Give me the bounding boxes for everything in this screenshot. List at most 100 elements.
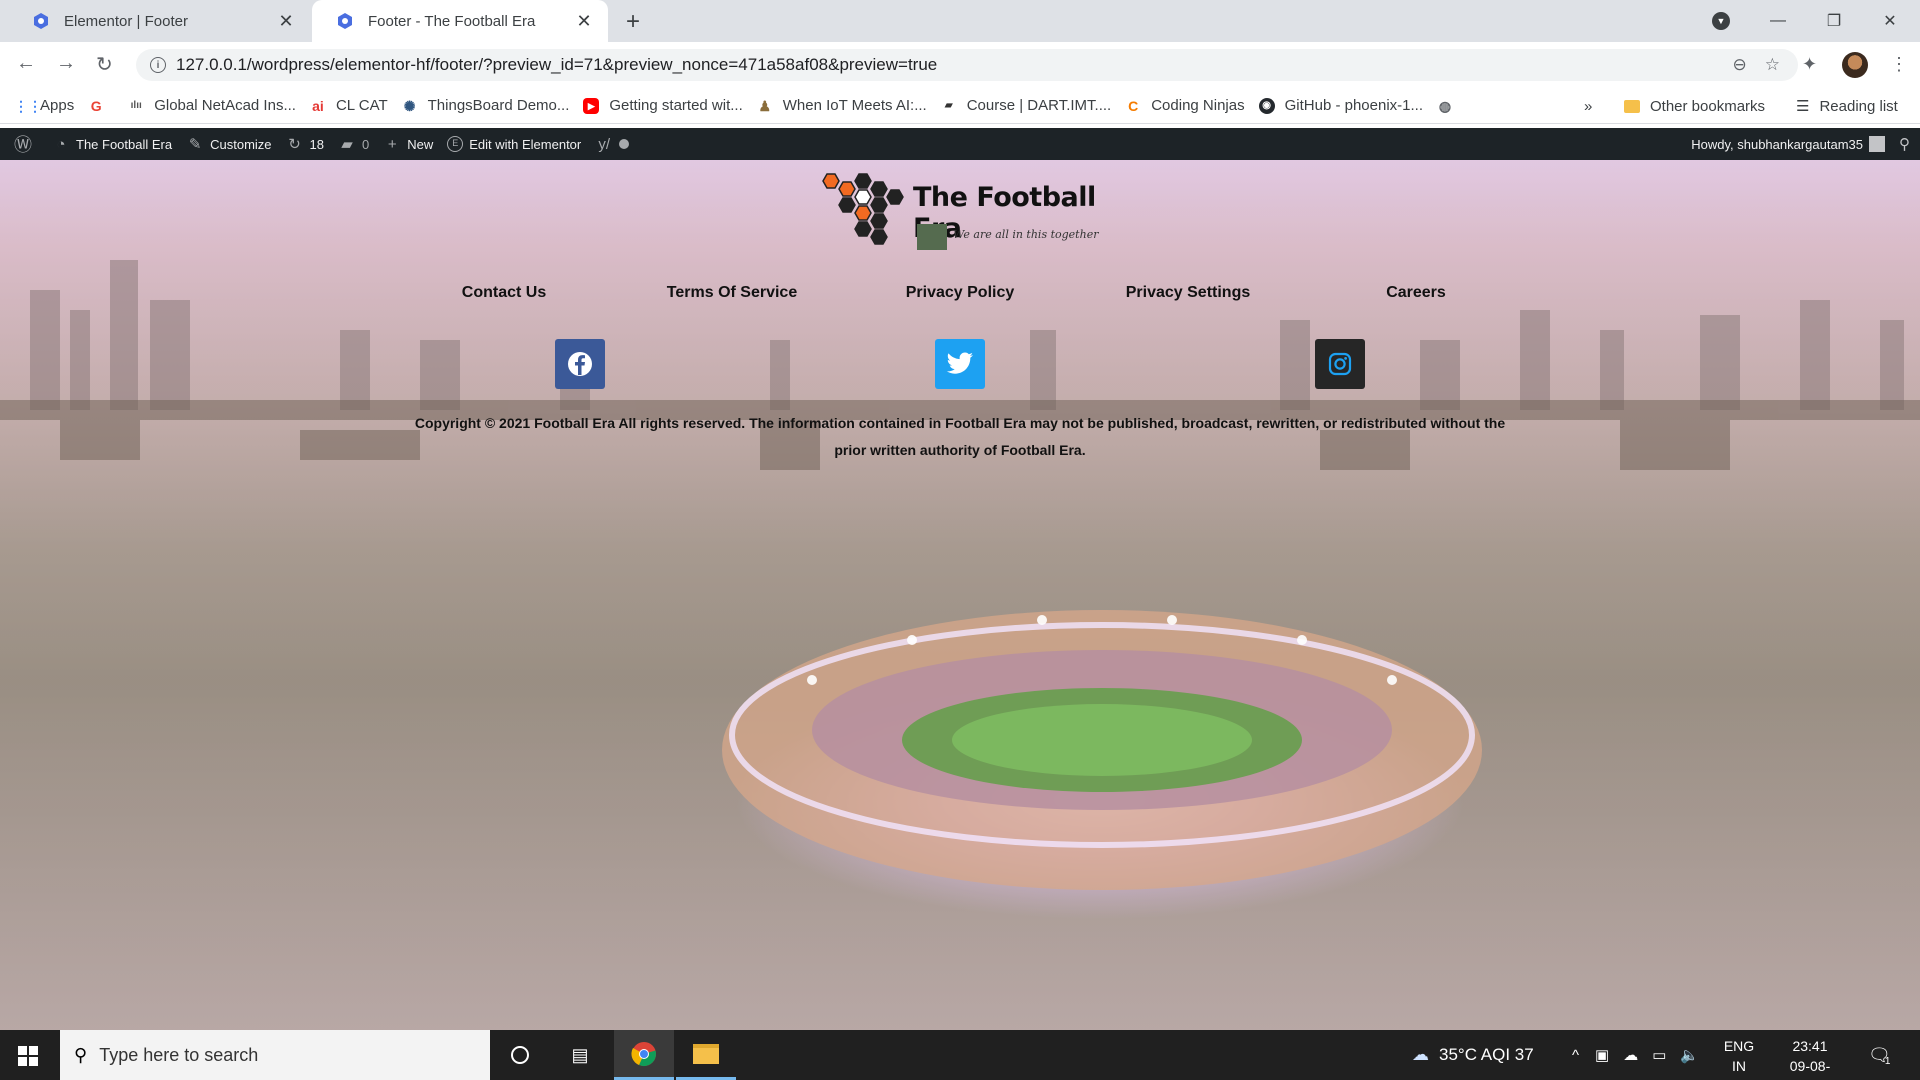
link-terms-of-service[interactable]: Terms Of Service [667, 284, 797, 302]
volume-icon[interactable]: 🔈 [1680, 1046, 1699, 1064]
bookmarks-overflow[interactable]: » [1584, 88, 1592, 124]
notification-center[interactable]: 🗨 1 [1868, 1030, 1891, 1080]
wp-customize[interactable]: ✎ Customize [186, 135, 272, 153]
wordpress-logo[interactable]: Ⓦ [14, 131, 38, 157]
battery-icon[interactable]: ▭ [1652, 1046, 1666, 1064]
bookmark-globe[interactable]: ◍ [1437, 98, 1463, 114]
file-explorer-button[interactable] [676, 1030, 736, 1080]
wp-site-name[interactable]: ◔ The Football Era [52, 136, 172, 153]
bookmark-netacad[interactable]: ılıı Global NetAcad Ins... [128, 97, 296, 114]
search-icon[interactable]: ⚲ [1899, 135, 1910, 153]
bookmark-apps[interactable]: ⋮⋮ Apps [14, 97, 74, 114]
footer-preview-page: The Football Era We are all in this toge… [0, 160, 1920, 1030]
clock[interactable]: 23:41 09-08-2021 [1780, 1036, 1840, 1080]
tab-title: Footer - The Football Era [368, 12, 536, 30]
windows-taskbar: ⚲ Type here to search ▤ ☁ 35°C AQI 37 ^ … [0, 1030, 1920, 1080]
folder-icon [1624, 99, 1640, 113]
device-icon[interactable]: ▣ [1595, 1046, 1609, 1064]
facebook-button[interactable] [555, 339, 605, 389]
thingsboard-icon: ✺ [403, 97, 416, 114]
close-tab-icon[interactable]: ✕ [574, 11, 594, 32]
windows-start-icon[interactable] [18, 1046, 38, 1066]
bookmark-google[interactable]: G [88, 98, 114, 114]
other-bookmarks[interactable]: Other bookmarks [1624, 88, 1765, 124]
link-contact-us[interactable]: Contact Us [462, 284, 546, 302]
updates-icon: ↻ [288, 136, 301, 153]
link-privacy-settings[interactable]: Privacy Settings [1126, 284, 1251, 302]
clock-date: 09-08-2021 [1789, 1058, 1831, 1080]
new-tab-icon[interactable]: + [626, 8, 640, 36]
bookmark-iot-ai[interactable]: ♟ When IoT Meets AI:... [757, 97, 926, 114]
brush-icon: ✎ [188, 136, 202, 153]
forward-icon[interactable]: → [56, 52, 76, 75]
reading-list[interactable]: ☰ Reading list [1796, 88, 1898, 124]
globe-icon: ◍ [1438, 97, 1452, 114]
task-view-icon: ▤ [571, 1044, 589, 1065]
instagram-button[interactable] [1315, 339, 1365, 389]
bookmark-github[interactable]: ◉ GitHub - phoenix-1... [1258, 97, 1423, 114]
wp-updates[interactable]: ↻ 18 [286, 135, 324, 153]
bookmark-star-icon[interactable]: ☆ [1765, 55, 1780, 75]
tab-elementor-footer[interactable]: Elementor | Footer ✕ [8, 0, 310, 42]
bookmark-youtube[interactable]: ▶ Getting started wit... [583, 97, 743, 114]
tab-footer-football-era[interactable]: Footer - The Football Era ✕ [312, 0, 608, 42]
wp-new[interactable]: + New [383, 136, 433, 153]
back-icon[interactable]: ← [16, 52, 36, 75]
folder-icon [693, 1043, 719, 1064]
site-logo[interactable]: The Football Era We are all in this toge… [815, 172, 1135, 252]
elementor-hf-icon [338, 13, 352, 29]
twitter-button[interactable] [935, 339, 985, 389]
taskbar-search[interactable]: ⚲ Type here to search [60, 1030, 490, 1080]
tab-search-icon[interactable]: ▼ [1712, 12, 1730, 30]
chevron-up-icon[interactable]: ^ [1572, 1047, 1579, 1064]
onedrive-icon[interactable]: ☁ [1623, 1046, 1638, 1064]
url-text[interactable]: 127.0.0.1/wordpress/elementor-hf/footer/… [176, 55, 1733, 75]
github-icon: ◉ [1258, 97, 1275, 114]
reload-icon[interactable]: ↻ [96, 52, 113, 77]
wp-edit-elementor[interactable]: E Edit with Elementor [447, 136, 581, 152]
bookmarks-bar: ⋮⋮ Apps G ılıı Global NetAcad Ins... ai CL … [0, 88, 1920, 124]
wp-comments[interactable]: ▰ 0 [338, 135, 369, 153]
twitter-icon [946, 352, 973, 374]
restore-icon[interactable]: ❐ [1806, 11, 1862, 31]
address-bar[interactable]: i 127.0.0.1/wordpress/elementor-hf/foote… [136, 49, 1798, 81]
copyright-line-1: Copyright © 2021 Football Era All rights… [414, 415, 1506, 431]
close-window-icon[interactable]: ✕ [1862, 11, 1918, 31]
browser-tab-strip: Elementor | Footer ✕ Footer - The Footba… [0, 0, 1920, 42]
bookmark-thingsboard[interactable]: ✺ ThingsBoard Demo... [402, 97, 570, 114]
plus-icon: + [387, 135, 397, 153]
comment-icon: ▰ [341, 136, 353, 153]
ai-icon: ai [312, 97, 324, 114]
wp-account[interactable]: Howdy, shubhankargautam35 ⚲ [1691, 128, 1920, 160]
youtube-icon: ▶ [583, 97, 600, 114]
profile-avatar[interactable] [1842, 52, 1868, 78]
input-language[interactable]: ENG IN [1722, 1036, 1756, 1076]
logo-photo [917, 224, 947, 250]
bookmark-coding-ninjas[interactable]: C Coding Ninjas [1125, 97, 1244, 114]
elementor-hf-icon [34, 13, 48, 29]
link-privacy-policy[interactable]: Privacy Policy [906, 284, 1015, 302]
weather-cloud-icon: ☁ [1412, 1045, 1429, 1064]
chrome-taskbar-button[interactable] [614, 1030, 674, 1080]
extensions-icon[interactable]: ✦ [1802, 54, 1817, 75]
cortana-button[interactable] [490, 1030, 550, 1080]
bookmark-cl-cat[interactable]: ai CL CAT [310, 97, 388, 114]
copyright-notice: Copyright © 2021 Football Era All rights… [400, 410, 1520, 464]
wp-admin-bar: Ⓦ ◔ The Football Era ✎ Customize ↻ 18 ▰ 0 + N… [0, 128, 1920, 160]
user-avatar [1869, 136, 1885, 152]
cisco-icon: ılıı [130, 99, 142, 111]
weather-widget[interactable]: ☁ 35°C AQI 37 [1412, 1030, 1534, 1080]
site-info-icon[interactable]: i [150, 57, 166, 73]
minimize-icon[interactable]: — [1750, 12, 1806, 30]
reading-list-icon: ☰ [1796, 98, 1810, 115]
facebook-icon [568, 352, 592, 376]
clock-time: 23:41 [1792, 1038, 1828, 1054]
link-careers[interactable]: Careers [1386, 284, 1446, 302]
wp-yoast[interactable]: y/ [595, 136, 630, 153]
menu-kebab-icon[interactable]: ⋮ [1890, 54, 1908, 75]
bookmark-dart-imt[interactable]: ▰ Course | DART.IMT.... [941, 97, 1111, 114]
task-view-button[interactable]: ▤ [550, 1030, 610, 1080]
tab-title: Elementor | Footer [64, 12, 188, 30]
close-tab-icon[interactable]: ✕ [276, 11, 296, 32]
zoom-icon[interactable]: ⊖ [1733, 55, 1747, 75]
